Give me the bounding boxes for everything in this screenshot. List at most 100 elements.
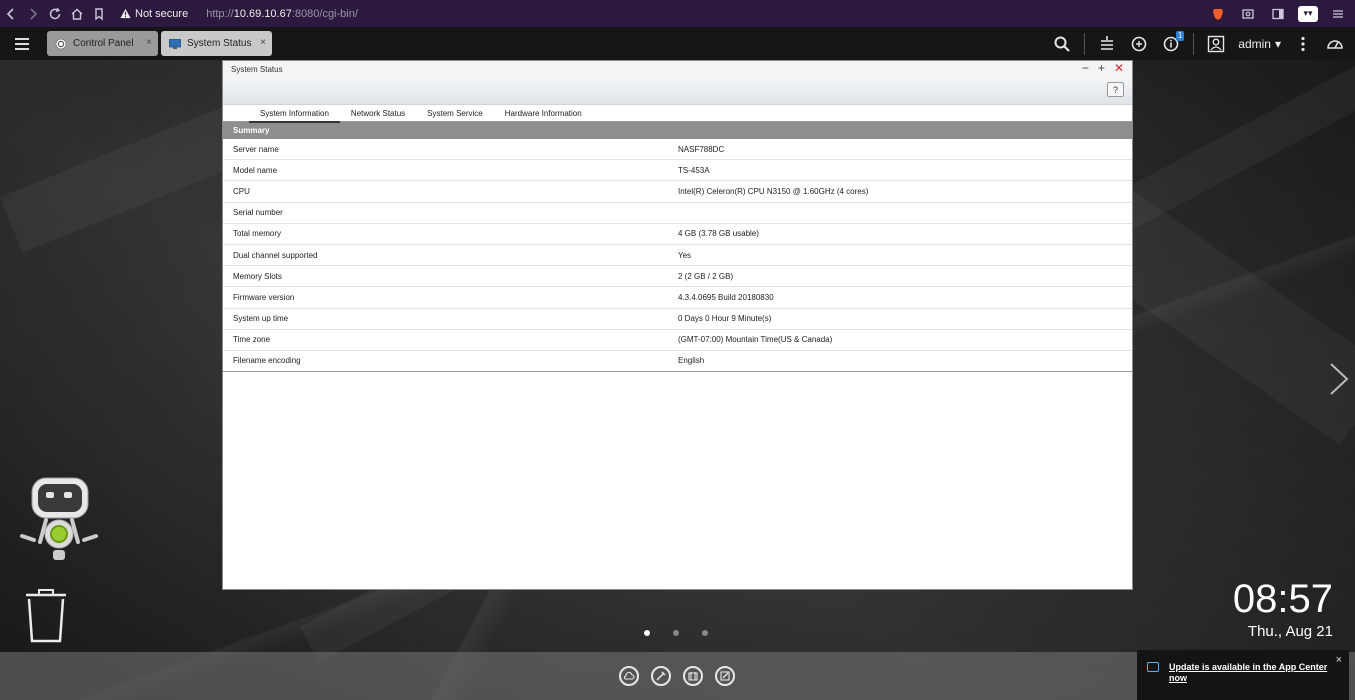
table-row: Time zone (GMT-07:00) Mountain Time(US & …: [223, 330, 1132, 351]
table-row: Server name NASF788DC: [223, 139, 1132, 161]
row-value: Yes: [678, 250, 692, 260]
next-page-arrow-icon[interactable]: [1328, 362, 1350, 396]
window-titlebar[interactable]: System Status − + ✕: [223, 61, 1132, 77]
row-label: Server name: [233, 144, 279, 154]
taskbar: Control Panel × System Status × 1 admin ▾: [0, 27, 1355, 60]
qboost-robot-icon[interactable]: [20, 474, 98, 564]
browser-toolbar: Not secure http://10.69.10.67:8080/cgi-b…: [0, 0, 1355, 27]
row-value: English: [678, 356, 705, 366]
page-dot[interactable]: [644, 630, 650, 636]
search-icon[interactable]: [1046, 27, 1078, 60]
monitor-icon: [169, 38, 181, 50]
screenshot-icon[interactable]: [1235, 0, 1261, 27]
address-bar[interactable]: Not secure http://10.69.10.67:8080/cgi-b…: [120, 8, 358, 20]
background-tasks-icon[interactable]: [1091, 27, 1123, 60]
tab-label: System Status: [187, 38, 252, 49]
notification-icon[interactable]: 1: [1155, 27, 1187, 60]
gear-icon: [55, 38, 67, 50]
user-avatar-icon[interactable]: [1200, 27, 1232, 60]
table-row: Memory Slots 2 (2 GB / 2 GB): [223, 266, 1132, 288]
more-options-icon[interactable]: [1287, 27, 1319, 60]
sidebar-icon[interactable]: [1265, 0, 1291, 27]
not-secure-label: Not secure: [135, 7, 189, 20]
close-icon[interactable]: ✕: [1114, 62, 1124, 74]
table-row: Firmware version 4.3.4.0695 Build 2018083…: [223, 287, 1132, 309]
help-button[interactable]: ?: [1107, 82, 1124, 97]
page-dot[interactable]: [702, 630, 708, 636]
row-value: 2 (2 GB / 2 GB): [678, 271, 734, 281]
tab-network-status[interactable]: Network Status: [340, 105, 416, 122]
row-value: NASF788DC: [678, 144, 725, 154]
tab-system-information[interactable]: System Information: [249, 105, 340, 123]
qts-desktop: Control Panel × System Status × 1 admin ▾…: [0, 27, 1355, 700]
tab-hardware-information[interactable]: Hardware Information: [494, 105, 593, 122]
wallet-icon[interactable]: ▾▾: [1295, 0, 1321, 27]
clock-time: 08:57: [1232, 577, 1333, 621]
info-table: Server name NASF788DC Model name TS-453A C…: [223, 139, 1132, 373]
row-label: Total memory: [233, 229, 282, 239]
row-label: Dual channel supported: [233, 250, 318, 260]
window-toolbar: ?: [223, 77, 1132, 105]
browser-menu-icon[interactable]: [1325, 0, 1351, 27]
message-icon: [1147, 662, 1159, 672]
security-indicator[interactable]: Not secure: [120, 8, 188, 20]
app-center-icon[interactable]: [683, 666, 703, 686]
desktop-clock: 08:57 Thu., Aug 21: [1233, 577, 1333, 640]
tools-icon[interactable]: [651, 666, 671, 686]
username: admin: [1238, 36, 1271, 51]
table-row: Serial number: [223, 203, 1132, 224]
warning-icon: [120, 8, 131, 19]
external-device-icon[interactable]: [1123, 27, 1155, 60]
tab-bar: System Information Network Status System…: [223, 105, 1132, 123]
row-value: 4.3.4.0695 Build 20180830: [678, 292, 774, 302]
update-notification-link[interactable]: Update is available in the App Center no…: [1169, 662, 1329, 684]
brave-shield-icon[interactable]: [1205, 0, 1231, 27]
divider: [1084, 32, 1086, 55]
table-row: Dual channel supported Yes: [223, 245, 1132, 267]
taskbar-tab-control-panel[interactable]: Control Panel ×: [47, 31, 158, 56]
notification-badge: 1: [1175, 31, 1185, 41]
bookmark-icon[interactable]: [88, 0, 110, 27]
row-value: (GMT-07:00) Mountain Time(US & Canada): [678, 335, 833, 345]
minimize-icon[interactable]: −: [1082, 62, 1089, 74]
tab-system-service[interactable]: System Service: [416, 105, 494, 122]
row-label: Filename encoding: [233, 356, 301, 366]
row-label: Model name: [233, 165, 278, 175]
table-row: Filename encoding English: [223, 351, 1132, 373]
clock-date: Thu., Aug 21: [1247, 623, 1333, 640]
row-value: 0 Days 0 Hour 9 Minute(s): [678, 314, 772, 324]
forward-icon[interactable]: [22, 0, 44, 27]
close-icon[interactable]: ×: [146, 37, 152, 48]
update-notification[interactable]: Update is available in the App Center no…: [1137, 650, 1349, 700]
page-indicator: [644, 630, 708, 636]
window-title: System Status: [231, 64, 283, 74]
cloud-icon[interactable]: [619, 666, 639, 686]
table-row: Total memory 4 GB (3.78 GB usable): [223, 224, 1132, 245]
table-row: System up time 0 Days 0 Hour 9 Minute(s): [223, 309, 1132, 330]
taskbar-tab-system-status[interactable]: System Status ×: [161, 31, 272, 56]
recycle-bin-icon[interactable]: [24, 587, 68, 643]
tab-label: Control Panel: [73, 38, 134, 49]
dashboard-icon[interactable]: [1319, 27, 1351, 60]
notes-icon[interactable]: [715, 666, 735, 686]
row-value: 4 GB (3.78 GB usable): [678, 229, 759, 239]
row-label: CPU: [233, 186, 250, 196]
row-label: Memory Slots: [233, 271, 282, 281]
dock-icons: [619, 666, 735, 686]
close-icon[interactable]: ×: [260, 37, 266, 48]
reload-icon[interactable]: [44, 0, 66, 27]
row-label: Firmware version: [233, 292, 295, 302]
close-icon[interactable]: ×: [1336, 654, 1342, 666]
maximize-icon[interactable]: +: [1098, 62, 1105, 74]
row-label: Serial number: [233, 208, 283, 218]
user-menu[interactable]: admin ▾: [1232, 37, 1287, 51]
caret-down-icon: ▾: [1274, 36, 1281, 51]
home-icon[interactable]: [66, 0, 88, 27]
back-icon[interactable]: [0, 0, 22, 27]
divider: [1193, 32, 1195, 55]
page-dot[interactable]: [673, 630, 679, 636]
row-label: Time zone: [233, 335, 271, 345]
main-menu-button[interactable]: [0, 27, 44, 60]
url-text: http://10.69.10.67:8080/cgi-bin/: [206, 7, 358, 20]
system-status-window: System Status − + ✕ ? System Information…: [222, 60, 1133, 590]
